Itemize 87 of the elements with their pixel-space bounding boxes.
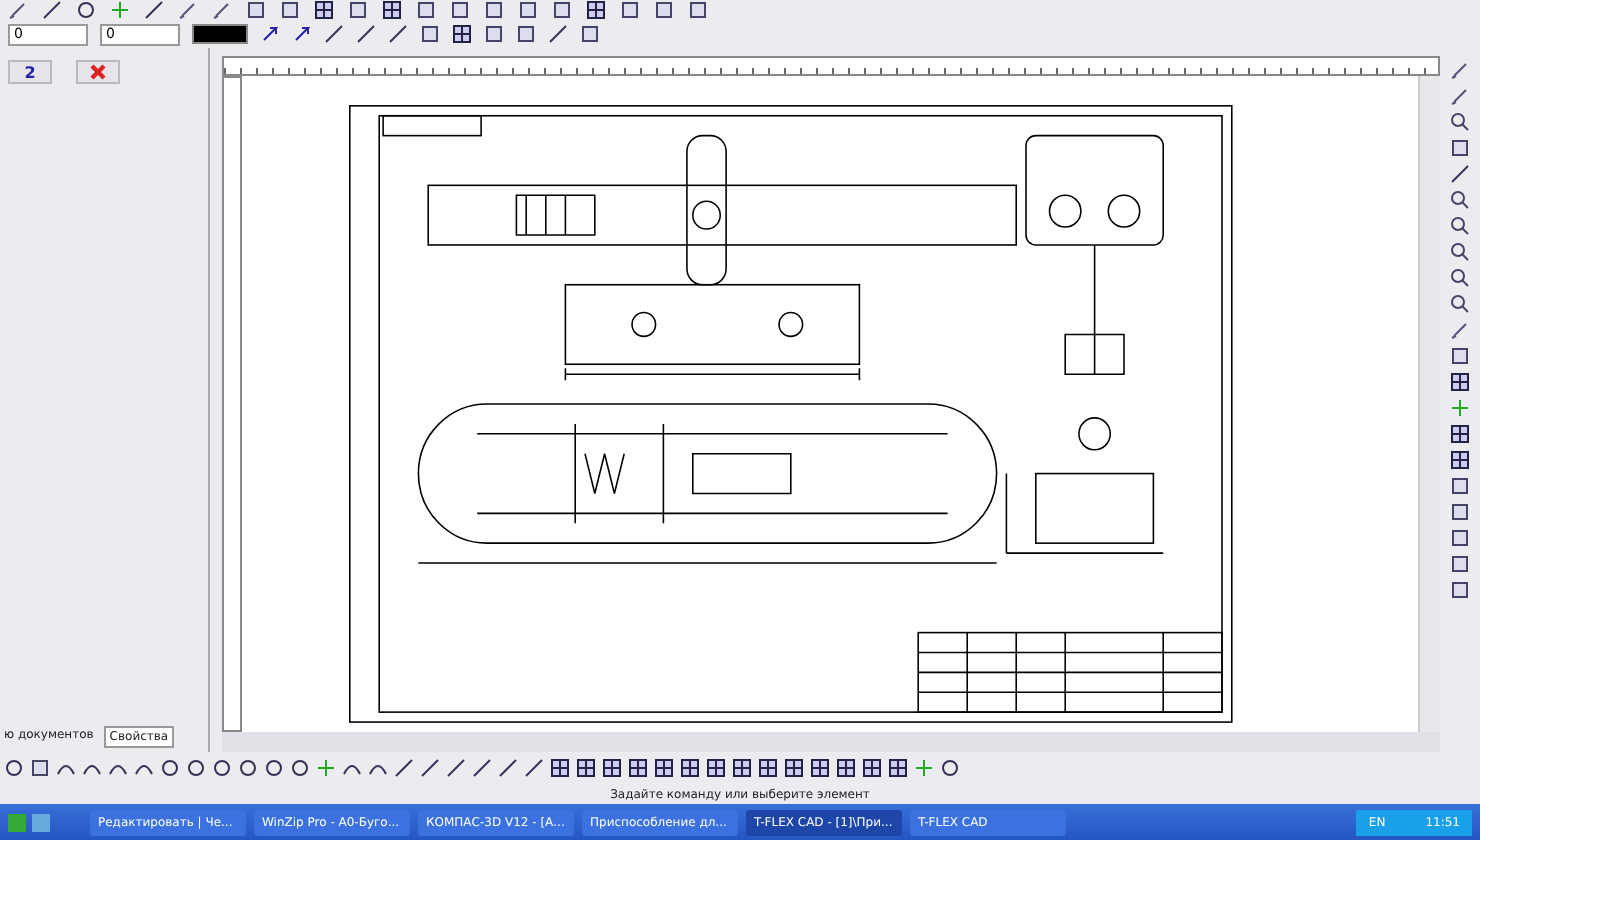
- crosshair-icon[interactable]: [110, 0, 130, 20]
- pencil-icon[interactable]: [178, 0, 198, 20]
- line-icon[interactable]: [388, 24, 408, 44]
- grid-icon[interactable]: [732, 758, 752, 778]
- horizontal-scrollbar[interactable]: [222, 732, 1440, 752]
- square-icon[interactable]: [688, 0, 708, 20]
- square-icon[interactable]: [416, 0, 436, 20]
- square-icon[interactable]: [1450, 502, 1470, 522]
- pencil-icon[interactable]: [1450, 320, 1470, 340]
- pencil-icon[interactable]: [1450, 86, 1470, 106]
- square-icon[interactable]: [420, 24, 440, 44]
- square-icon[interactable]: [654, 0, 674, 20]
- circle-icon[interactable]: [76, 0, 96, 20]
- square-icon[interactable]: [280, 0, 300, 20]
- square-icon[interactable]: [348, 0, 368, 20]
- line-icon[interactable]: [420, 758, 440, 778]
- grid-icon[interactable]: [1450, 450, 1470, 470]
- square-icon[interactable]: [30, 758, 50, 778]
- grid-icon[interactable]: [550, 758, 570, 778]
- square-icon[interactable]: [484, 24, 504, 44]
- grid-icon[interactable]: [586, 0, 606, 20]
- circle-icon[interactable]: [940, 758, 960, 778]
- line-icon[interactable]: [548, 24, 568, 44]
- line-icon[interactable]: [472, 758, 492, 778]
- square-icon[interactable]: [1450, 528, 1470, 548]
- magnifier-icon[interactable]: [1450, 216, 1470, 236]
- cancel-button[interactable]: [76, 60, 120, 84]
- line-icon[interactable]: [1450, 164, 1470, 184]
- square-icon[interactable]: [450, 0, 470, 20]
- magnifier-icon[interactable]: [1450, 112, 1470, 132]
- grid-icon[interactable]: [706, 758, 726, 778]
- arrow-icon[interactable]: [292, 24, 312, 44]
- circle-icon[interactable]: [212, 758, 232, 778]
- circle-icon[interactable]: [160, 758, 180, 778]
- line-icon[interactable]: [42, 0, 62, 20]
- grid-icon[interactable]: [382, 0, 402, 20]
- arrow-icon[interactable]: [260, 24, 280, 44]
- grid-icon[interactable]: [784, 758, 804, 778]
- circle-icon[interactable]: [290, 758, 310, 778]
- square-icon[interactable]: [620, 0, 640, 20]
- magnifier-icon[interactable]: [1450, 242, 1470, 262]
- magnifier-icon[interactable]: [1450, 294, 1470, 314]
- cross-icon: [88, 62, 108, 82]
- grid-icon[interactable]: [1450, 372, 1470, 392]
- line-icon[interactable]: [446, 758, 466, 778]
- line-icon[interactable]: [144, 0, 164, 20]
- magnifier-icon[interactable]: [1450, 268, 1470, 288]
- grid-icon[interactable]: [314, 0, 334, 20]
- line-color-dropdown[interactable]: [192, 24, 248, 44]
- step-button[interactable]: 2: [8, 60, 52, 84]
- circle-icon[interactable]: [264, 758, 284, 778]
- grid-icon[interactable]: [888, 758, 908, 778]
- grid-icon[interactable]: [452, 24, 472, 44]
- line-icon[interactable]: [356, 24, 376, 44]
- grid-icon[interactable]: [602, 758, 622, 778]
- pencil-icon[interactable]: [212, 0, 232, 20]
- grid-icon[interactable]: [810, 758, 830, 778]
- square-icon[interactable]: [516, 24, 536, 44]
- grid-icon[interactable]: [576, 758, 596, 778]
- circle-icon[interactable]: [238, 758, 258, 778]
- square-icon[interactable]: [518, 0, 538, 20]
- line-icon[interactable]: [498, 758, 518, 778]
- square-icon[interactable]: [580, 24, 600, 44]
- grid-icon[interactable]: [758, 758, 778, 778]
- square-icon[interactable]: [1450, 346, 1470, 366]
- line-icon[interactable]: [324, 24, 344, 44]
- line-icon[interactable]: [524, 758, 544, 778]
- magnifier-icon[interactable]: [1450, 190, 1470, 210]
- grid-icon[interactable]: [628, 758, 648, 778]
- square-icon[interactable]: [1450, 138, 1470, 158]
- circle-icon[interactable]: [4, 758, 24, 778]
- grid-icon[interactable]: [862, 758, 882, 778]
- square-icon[interactable]: [1450, 554, 1470, 574]
- square-icon[interactable]: [552, 0, 572, 20]
- grid-icon[interactable]: [680, 758, 700, 778]
- grid-icon[interactable]: [836, 758, 856, 778]
- grid-icon[interactable]: [1450, 424, 1470, 444]
- square-icon[interactable]: [246, 0, 266, 20]
- circle-icon[interactable]: [186, 758, 206, 778]
- line-icon[interactable]: [394, 758, 414, 778]
- pencil-icon[interactable]: [8, 0, 28, 20]
- pencil-icon[interactable]: [1450, 60, 1470, 80]
- square-icon[interactable]: [1450, 580, 1470, 600]
- grid-icon[interactable]: [654, 758, 674, 778]
- vertical-scrollbar[interactable]: [1418, 76, 1440, 732]
- square-icon[interactable]: [1450, 476, 1470, 496]
- square-icon[interactable]: [484, 0, 504, 20]
